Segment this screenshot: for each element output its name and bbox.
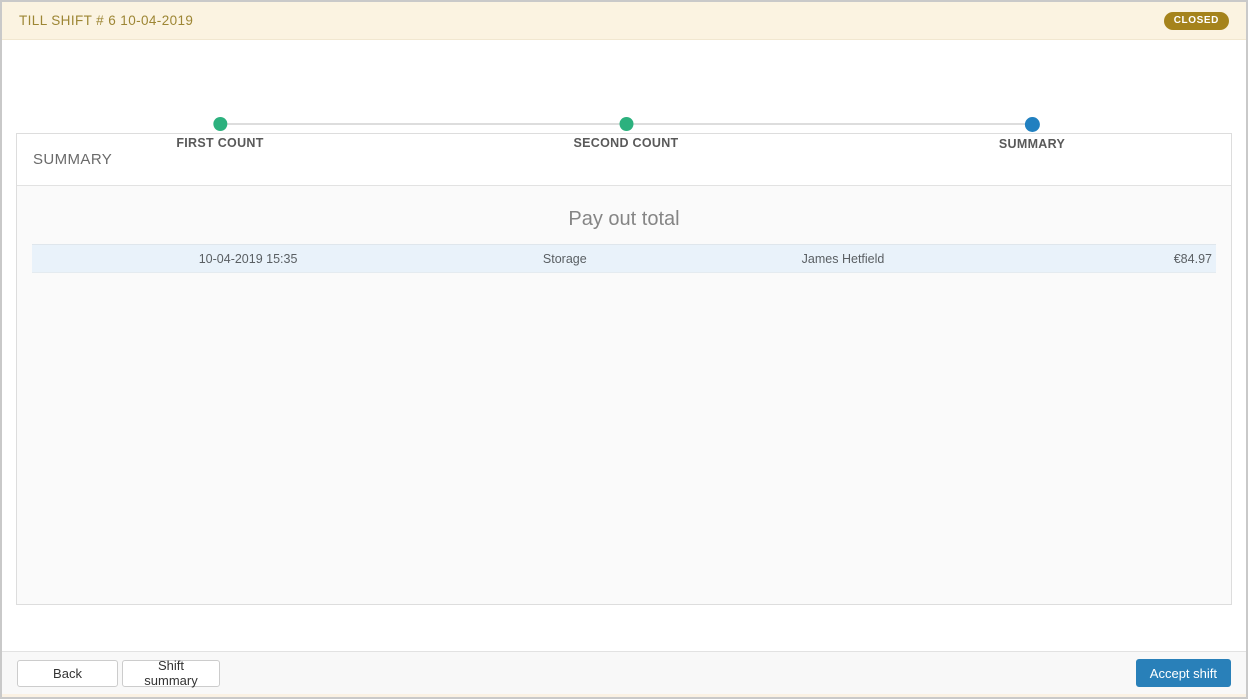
payout-employee: James Hetfield (801, 251, 885, 266)
step-dot-icon (619, 117, 633, 131)
footer-bar: Back Shift summary Accept shift (2, 651, 1246, 697)
status-badge: CLOSED (1163, 11, 1229, 30)
shift-summary-button[interactable]: Shift summary (122, 658, 220, 688)
step-label: SUMMARY (998, 137, 1066, 151)
page-title: TILL SHIFT # 6 10-04-2019 (19, 13, 194, 28)
step-second-count[interactable]: SECOND COUNT (574, 117, 679, 150)
payout-category: Storage (542, 251, 587, 266)
wizard-stepper: FIRST COUNT SECOND COUNT SUMMARY (2, 40, 1246, 151)
payout-section-title: Pay out total (568, 208, 680, 230)
content-spacer (2, 605, 1246, 651)
payout-table-row: 10-04-2019 15:35 Storage James Hetfield … (32, 244, 1216, 273)
step-summary[interactable]: SUMMARY (999, 117, 1065, 151)
step-label: SECOND COUNT (573, 136, 679, 150)
summary-panel: SUMMARY Pay out total 10-04-2019 15:35 S… (16, 133, 1232, 605)
step-dot-icon (1024, 117, 1040, 132)
step-first-count[interactable]: FIRST COUNT (176, 117, 263, 150)
till-shift-window: TILL SHIFT # 6 10-04-2019 CLOSED FIRST C… (0, 0, 1248, 699)
step-dot-icon (212, 117, 227, 131)
payout-amount: €84.97 (1173, 251, 1212, 266)
back-button[interactable]: Back (17, 659, 118, 687)
payout-datetime: 10-04-2019 15:35 (198, 251, 298, 266)
step-label: FIRST COUNT (176, 136, 264, 150)
accept-shift-button[interactable]: Accept shift (1135, 659, 1231, 687)
summary-panel-title: SUMMARY (33, 151, 113, 168)
summary-panel-body: Pay out total 10-04-2019 15:35 Storage J… (17, 186, 1231, 604)
header-bar: TILL SHIFT # 6 10-04-2019 CLOSED (2, 2, 1246, 40)
